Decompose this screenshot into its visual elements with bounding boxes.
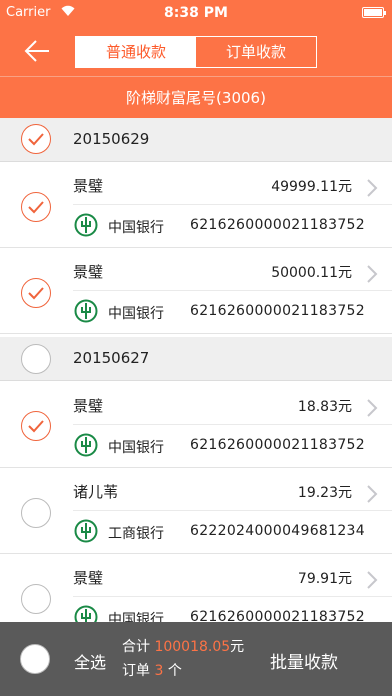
check-icon: [28, 133, 44, 146]
total-label: 合计: [122, 639, 150, 655]
total-summary: 合计 100018.05元: [122, 636, 244, 656]
chevron-right-icon: [367, 485, 378, 503]
group-header[interactable]: 20150629: [0, 118, 392, 162]
bank-logo-icon: [74, 299, 98, 323]
battery-icon: [362, 7, 386, 18]
amount: 19.23元: [297, 485, 352, 501]
check-icon: [28, 287, 44, 300]
amount: 50000.11元: [271, 265, 352, 281]
list-item[interactable]: 景璧 49999.11元 中国银行 6216260000021183752: [0, 162, 392, 248]
status-bar: Carrier 8:38 PM: [0, 0, 392, 26]
count-unit: 个: [167, 663, 182, 679]
item-checkbox[interactable]: [21, 278, 51, 308]
payer-name: 景璧: [73, 177, 104, 195]
payer-name: 景璧: [73, 263, 104, 281]
bank-logo-icon: [74, 213, 98, 237]
item-checkbox[interactable]: [21, 192, 51, 222]
count-value: 3: [154, 663, 164, 679]
account-number: 6216260000021183752: [190, 217, 365, 233]
amount: 18.83元: [297, 399, 352, 415]
select-all-label[interactable]: 全选: [74, 649, 106, 673]
payer-name: 景璧: [73, 569, 104, 587]
group-date: 20150629: [73, 130, 150, 148]
group-checkbox[interactable]: [21, 124, 51, 154]
segmented-control: 普通收款 订单收款: [75, 36, 317, 68]
back-icon[interactable]: [22, 36, 52, 66]
account-number: 6222024000049681234: [190, 523, 365, 539]
total-value: 100018.05: [154, 639, 231, 655]
list-item[interactable]: 诸儿苇 19.23元 工商银行 6222024000049681234: [0, 468, 392, 554]
check-icon: [28, 201, 44, 214]
bank-name: 中国银行: [108, 220, 164, 236]
group-date: 20150627: [73, 349, 150, 367]
tab-normal-collection[interactable]: 普通收款: [76, 37, 196, 67]
count-label: 订单: [122, 663, 150, 679]
list-item[interactable]: 景璧 18.83元 中国银行 6216260000021183752: [0, 382, 392, 468]
tab-order-collection[interactable]: 订单收款: [196, 37, 316, 67]
account-title: 阶梯财富尾号(3006): [0, 76, 392, 118]
chevron-right-icon: [367, 571, 378, 589]
bank-name: 工商银行: [108, 526, 164, 542]
check-icon: [28, 420, 44, 433]
payer-name: 景璧: [73, 397, 104, 415]
list-item[interactable]: 景璧 50000.11元 中国银行 6216260000021183752: [0, 248, 392, 334]
group-header[interactable]: 20150627: [0, 337, 392, 381]
select-all-checkbox[interactable]: [20, 644, 50, 674]
clock: 8:38 PM: [164, 5, 228, 21]
total-unit: 元: [230, 639, 245, 655]
amount: 79.91元: [297, 571, 352, 587]
amount: 49999.11元: [271, 179, 352, 195]
bank-logo-icon: [74, 519, 98, 543]
bank-name: 中国银行: [108, 440, 164, 456]
item-checkbox[interactable]: [21, 498, 51, 528]
account-number: 6216260000021183752: [190, 303, 365, 319]
group-checkbox[interactable]: [21, 344, 51, 374]
item-checkbox[interactable]: [21, 411, 51, 441]
order-count: 订单 3 个: [122, 660, 182, 680]
item-checkbox[interactable]: [21, 584, 51, 614]
payer-name: 诸儿苇: [73, 483, 119, 501]
batch-collect-button[interactable]: 批量收款: [270, 648, 338, 673]
chevron-right-icon: [367, 399, 378, 417]
account-number: 6216260000021183752: [190, 437, 365, 453]
nav-bar: 普通收款 订单收款: [0, 26, 392, 76]
chevron-right-icon: [367, 265, 378, 283]
chevron-right-icon: [367, 179, 378, 197]
bottom-bar: 全选 合计 100018.05元 订单 3 个 批量收款: [0, 622, 392, 696]
bank-logo-icon: [74, 433, 98, 457]
bank-name: 中国银行: [108, 306, 164, 322]
